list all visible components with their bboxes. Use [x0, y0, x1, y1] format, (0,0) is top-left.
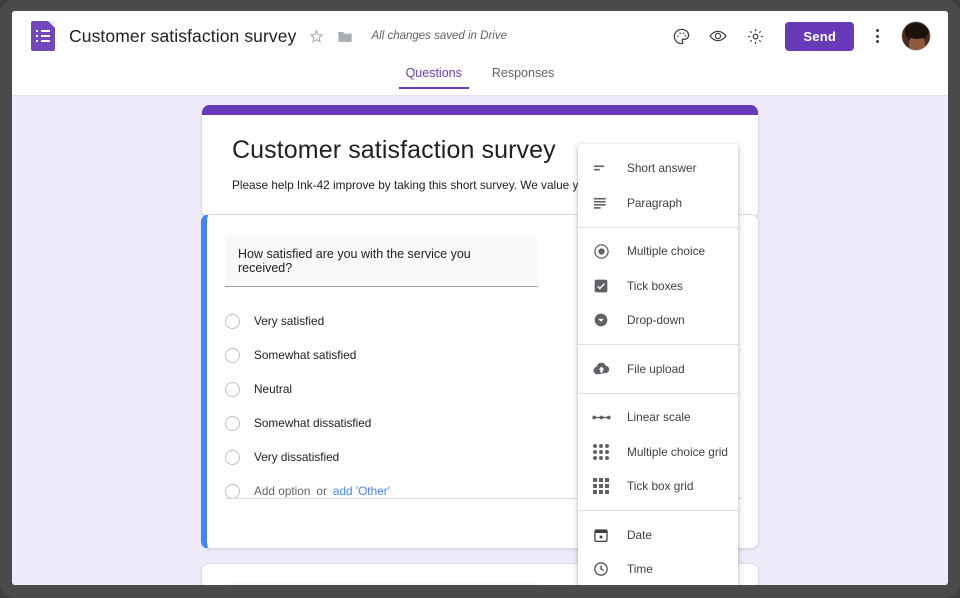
menu-divider: [578, 392, 738, 394]
menu-item-file-upload[interactable]: File upload: [578, 352, 738, 387]
menu-item-label: Short answer: [627, 161, 697, 176]
theme-accent-stripe: [202, 105, 758, 115]
menu-divider: [578, 344, 738, 345]
menu-divider: [578, 510, 738, 511]
app-bar: Customer satisfaction survey All changes…: [12, 11, 948, 61]
tab-questions[interactable]: Questions: [398, 61, 470, 89]
menu-item-label: Date: [627, 527, 652, 542]
menu-item-paragraph[interactable]: Paragraph: [578, 186, 738, 221]
radio-button-icon[interactable]: [225, 381, 240, 397]
folder-icon[interactable]: [337, 29, 353, 44]
dropdown-arrow-icon: [590, 310, 612, 330]
menu-item-drop-down[interactable]: Drop-down: [578, 303, 738, 338]
add-other-link[interactable]: add 'Other': [333, 484, 390, 498]
radio-button-icon: [590, 241, 612, 261]
menu-item-label: Time: [627, 562, 653, 577]
radio-button-icon[interactable]: [225, 415, 240, 431]
cloud-upload-icon: [590, 359, 612, 379]
option-label: Very satisfied: [254, 314, 325, 328]
radio-button-icon[interactable]: [225, 347, 240, 363]
gear-icon[interactable]: [738, 19, 772, 53]
clock-icon: [590, 559, 612, 579]
menu-item-label: Tick boxes: [627, 278, 683, 293]
menu-item-multiple-choice-grid[interactable]: Multiple choice grid: [578, 435, 738, 470]
save-status: All changes saved in Drive: [371, 30, 507, 42]
document-title[interactable]: Customer satisfaction survey: [69, 26, 296, 47]
add-option-label[interactable]: Add option: [254, 484, 310, 498]
question-title-input[interactable]: How satisfied are you with the service y…: [225, 235, 538, 287]
calendar-icon: [590, 525, 612, 545]
menu-item-short-answer[interactable]: Short answer: [578, 151, 738, 186]
option-label: Somewhat dissatisfied: [254, 416, 372, 430]
menu-item-label: Paragraph: [627, 195, 683, 210]
tab-responses[interactable]: Responses: [485, 61, 562, 89]
linear-scale-icon: [590, 407, 612, 427]
radio-button-icon[interactable]: [225, 313, 240, 329]
app-bar-actions: Send: [661, 19, 931, 53]
send-button[interactable]: Send: [785, 21, 854, 51]
menu-item-date[interactable]: Date: [578, 518, 738, 553]
second-question-title[interactable]: How well does each word or phrase descri…: [226, 582, 539, 585]
menu-item-label: Multiple choice grid: [627, 444, 728, 459]
menu-item-label: File upload: [627, 361, 685, 376]
question-type-menu[interactable]: Short answer Paragraph Multiple choice T…: [578, 144, 738, 585]
account-avatar[interactable]: [901, 21, 931, 51]
app-screen: Customer satisfaction survey All changes…: [12, 11, 948, 585]
menu-item-label: Multiple choice: [627, 244, 706, 259]
menu-item-label: Drop-down: [627, 313, 685, 328]
option-label: Neutral: [254, 382, 293, 396]
palette-icon[interactable]: [664, 19, 698, 53]
form-canvas: Customer satisfaction survey Please help…: [12, 97, 948, 585]
menu-divider: [578, 226, 738, 228]
option-label: Somewhat satisfied: [254, 348, 357, 362]
menu-item-multiple-choice[interactable]: Multiple choice: [578, 234, 738, 269]
paragraph-icon: [590, 193, 612, 213]
menu-item-tick-boxes[interactable]: Tick boxes: [578, 269, 738, 304]
more-vertical-icon[interactable]: [862, 19, 892, 53]
device-frame: Customer satisfaction survey All changes…: [0, 0, 960, 598]
radio-button-icon[interactable]: [225, 483, 240, 499]
square-grid-icon: [590, 476, 612, 496]
checkbox-icon: [590, 276, 612, 296]
short-answer-icon: [590, 158, 612, 178]
tab-bar: Questions Responses: [12, 61, 948, 96]
menu-item-time[interactable]: Time: [578, 552, 738, 585]
menu-item-label: Tick box grid: [627, 479, 694, 494]
menu-item-tick-box-grid[interactable]: Tick box grid: [578, 469, 738, 504]
eye-icon[interactable]: [701, 19, 735, 53]
radio-button-icon[interactable]: [225, 449, 240, 465]
option-label: Very dissatisfied: [254, 450, 340, 464]
star-outline-icon[interactable]: [309, 28, 324, 44]
menu-item-linear-scale[interactable]: Linear scale: [578, 400, 738, 435]
google-forms-icon: [31, 21, 55, 51]
menu-item-label: Linear scale: [627, 410, 691, 425]
dot-grid-icon: [590, 442, 612, 462]
or-label: or: [316, 484, 327, 498]
